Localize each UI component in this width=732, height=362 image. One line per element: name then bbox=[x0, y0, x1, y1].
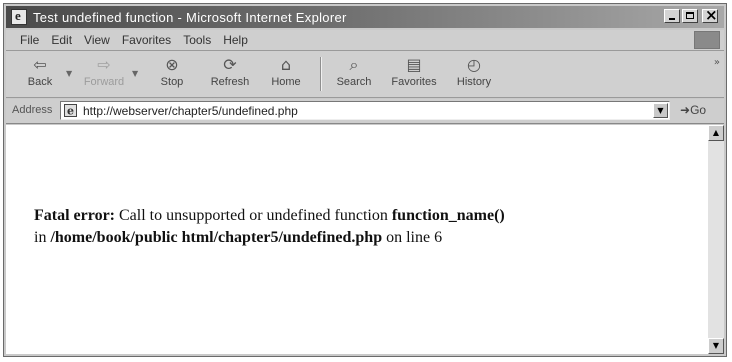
forward-dropdown-icon[interactable]: ▼ bbox=[132, 69, 138, 78]
address-dropdown-icon[interactable]: ▼ bbox=[653, 103, 668, 118]
minimize-icon[interactable] bbox=[664, 9, 680, 23]
back-label: Back bbox=[27, 76, 53, 88]
stop-label: Stop bbox=[160, 76, 184, 88]
line-text: on line bbox=[386, 229, 431, 246]
search-icon: ⌕ bbox=[349, 55, 359, 74]
forward-label: Forward bbox=[83, 76, 125, 88]
search-label: Search bbox=[336, 76, 372, 88]
refresh-label: Refresh bbox=[210, 76, 250, 88]
forward-button[interactable]: ⇨ Forward bbox=[76, 53, 132, 95]
go-arrow-icon: ➜ bbox=[680, 103, 691, 117]
ie-logo-icon bbox=[11, 8, 27, 25]
toolbar-separator bbox=[320, 57, 322, 91]
home-button[interactable]: ⌂ Home bbox=[258, 53, 314, 95]
page-content: Fatal error: Call to unsupported or unde… bbox=[6, 125, 708, 354]
home-icon: ⌂ bbox=[280, 55, 292, 74]
close-icon[interactable] bbox=[702, 6, 718, 24]
standard-toolbar: ⇦ Back ▼ ⇨ Forward ▼ ⊗ Stop ⟳ Refresh ⌂ … bbox=[6, 51, 724, 98]
menu-favorites[interactable]: Favorites bbox=[122, 33, 171, 47]
toolbar-chevron-icon[interactable]: » bbox=[714, 57, 720, 68]
error-message-text: Call to unsupported or undefined functio… bbox=[119, 207, 388, 224]
menu-help[interactable]: Help bbox=[223, 33, 248, 47]
menu-view[interactable]: View bbox=[84, 33, 110, 47]
page-icon: e bbox=[64, 104, 77, 117]
address-input[interactable]: e http://webserver/chapter5/undefined.ph… bbox=[60, 101, 670, 120]
svg-text:e: e bbox=[67, 105, 74, 118]
error-word-fatal: Fatal bbox=[34, 207, 70, 224]
history-label: History bbox=[456, 76, 492, 88]
window-controls bbox=[664, 6, 718, 24]
home-label: Home bbox=[271, 76, 301, 88]
address-url: http://webserver/chapter5/undefined.php bbox=[83, 104, 298, 118]
menu-edit[interactable]: Edit bbox=[51, 33, 72, 47]
address-label: Address bbox=[12, 104, 53, 116]
scroll-up-icon[interactable]: ▲ bbox=[708, 125, 724, 141]
go-label: Go bbox=[690, 103, 707, 117]
favorites-button[interactable]: ▤ Favorites bbox=[386, 53, 442, 95]
refresh-icon: ⟳ bbox=[223, 55, 237, 74]
address-bar: Address e http://webserver/chapter5/unde… bbox=[6, 99, 724, 124]
history-button[interactable]: ◴ History bbox=[446, 53, 502, 95]
windows-logo-icon bbox=[694, 31, 720, 49]
browser-window: Test undefined function - Microsoft Inte… bbox=[3, 3, 727, 357]
stop-button[interactable]: ⊗ Stop bbox=[144, 53, 200, 95]
menu-file[interactable]: File bbox=[20, 33, 39, 47]
window-title: Test undefined function - Microsoft Inte… bbox=[33, 9, 347, 25]
line-number: 6 bbox=[434, 229, 443, 246]
error-word-error: error: bbox=[73, 207, 115, 224]
back-button[interactable]: ⇦ Back bbox=[12, 53, 68, 95]
stop-icon: ⊗ bbox=[165, 55, 179, 74]
scroll-down-icon[interactable]: ▼ bbox=[708, 338, 724, 354]
file-path: /home/book/public html/chapter5/undefine… bbox=[50, 229, 383, 246]
maximize-icon[interactable] bbox=[682, 9, 698, 23]
title-bar[interactable]: Test undefined function - Microsoft Inte… bbox=[6, 6, 724, 28]
menu-bar: File Edit View Favorites Tools Help bbox=[6, 30, 724, 51]
back-arrow-icon: ⇦ bbox=[33, 55, 47, 74]
forward-arrow-icon: ⇨ bbox=[97, 55, 111, 74]
go-button[interactable]: ➜Go bbox=[680, 103, 706, 117]
search-button[interactable]: ⌕ Search bbox=[326, 53, 382, 95]
favorites-label: Favorites bbox=[391, 76, 437, 88]
error-message: Fatal error: Call to unsupported or unde… bbox=[34, 205, 505, 249]
vertical-scrollbar[interactable]: ▲ ▼ bbox=[708, 125, 724, 354]
function-name: function_name() bbox=[391, 207, 505, 224]
refresh-button[interactable]: ⟳ Refresh bbox=[202, 53, 258, 95]
in-word: in bbox=[34, 229, 47, 246]
favorites-icon: ▤ bbox=[406, 55, 422, 74]
history-icon: ◴ bbox=[467, 55, 481, 74]
back-dropdown-icon[interactable]: ▼ bbox=[66, 69, 72, 78]
menu-tools[interactable]: Tools bbox=[183, 33, 211, 47]
